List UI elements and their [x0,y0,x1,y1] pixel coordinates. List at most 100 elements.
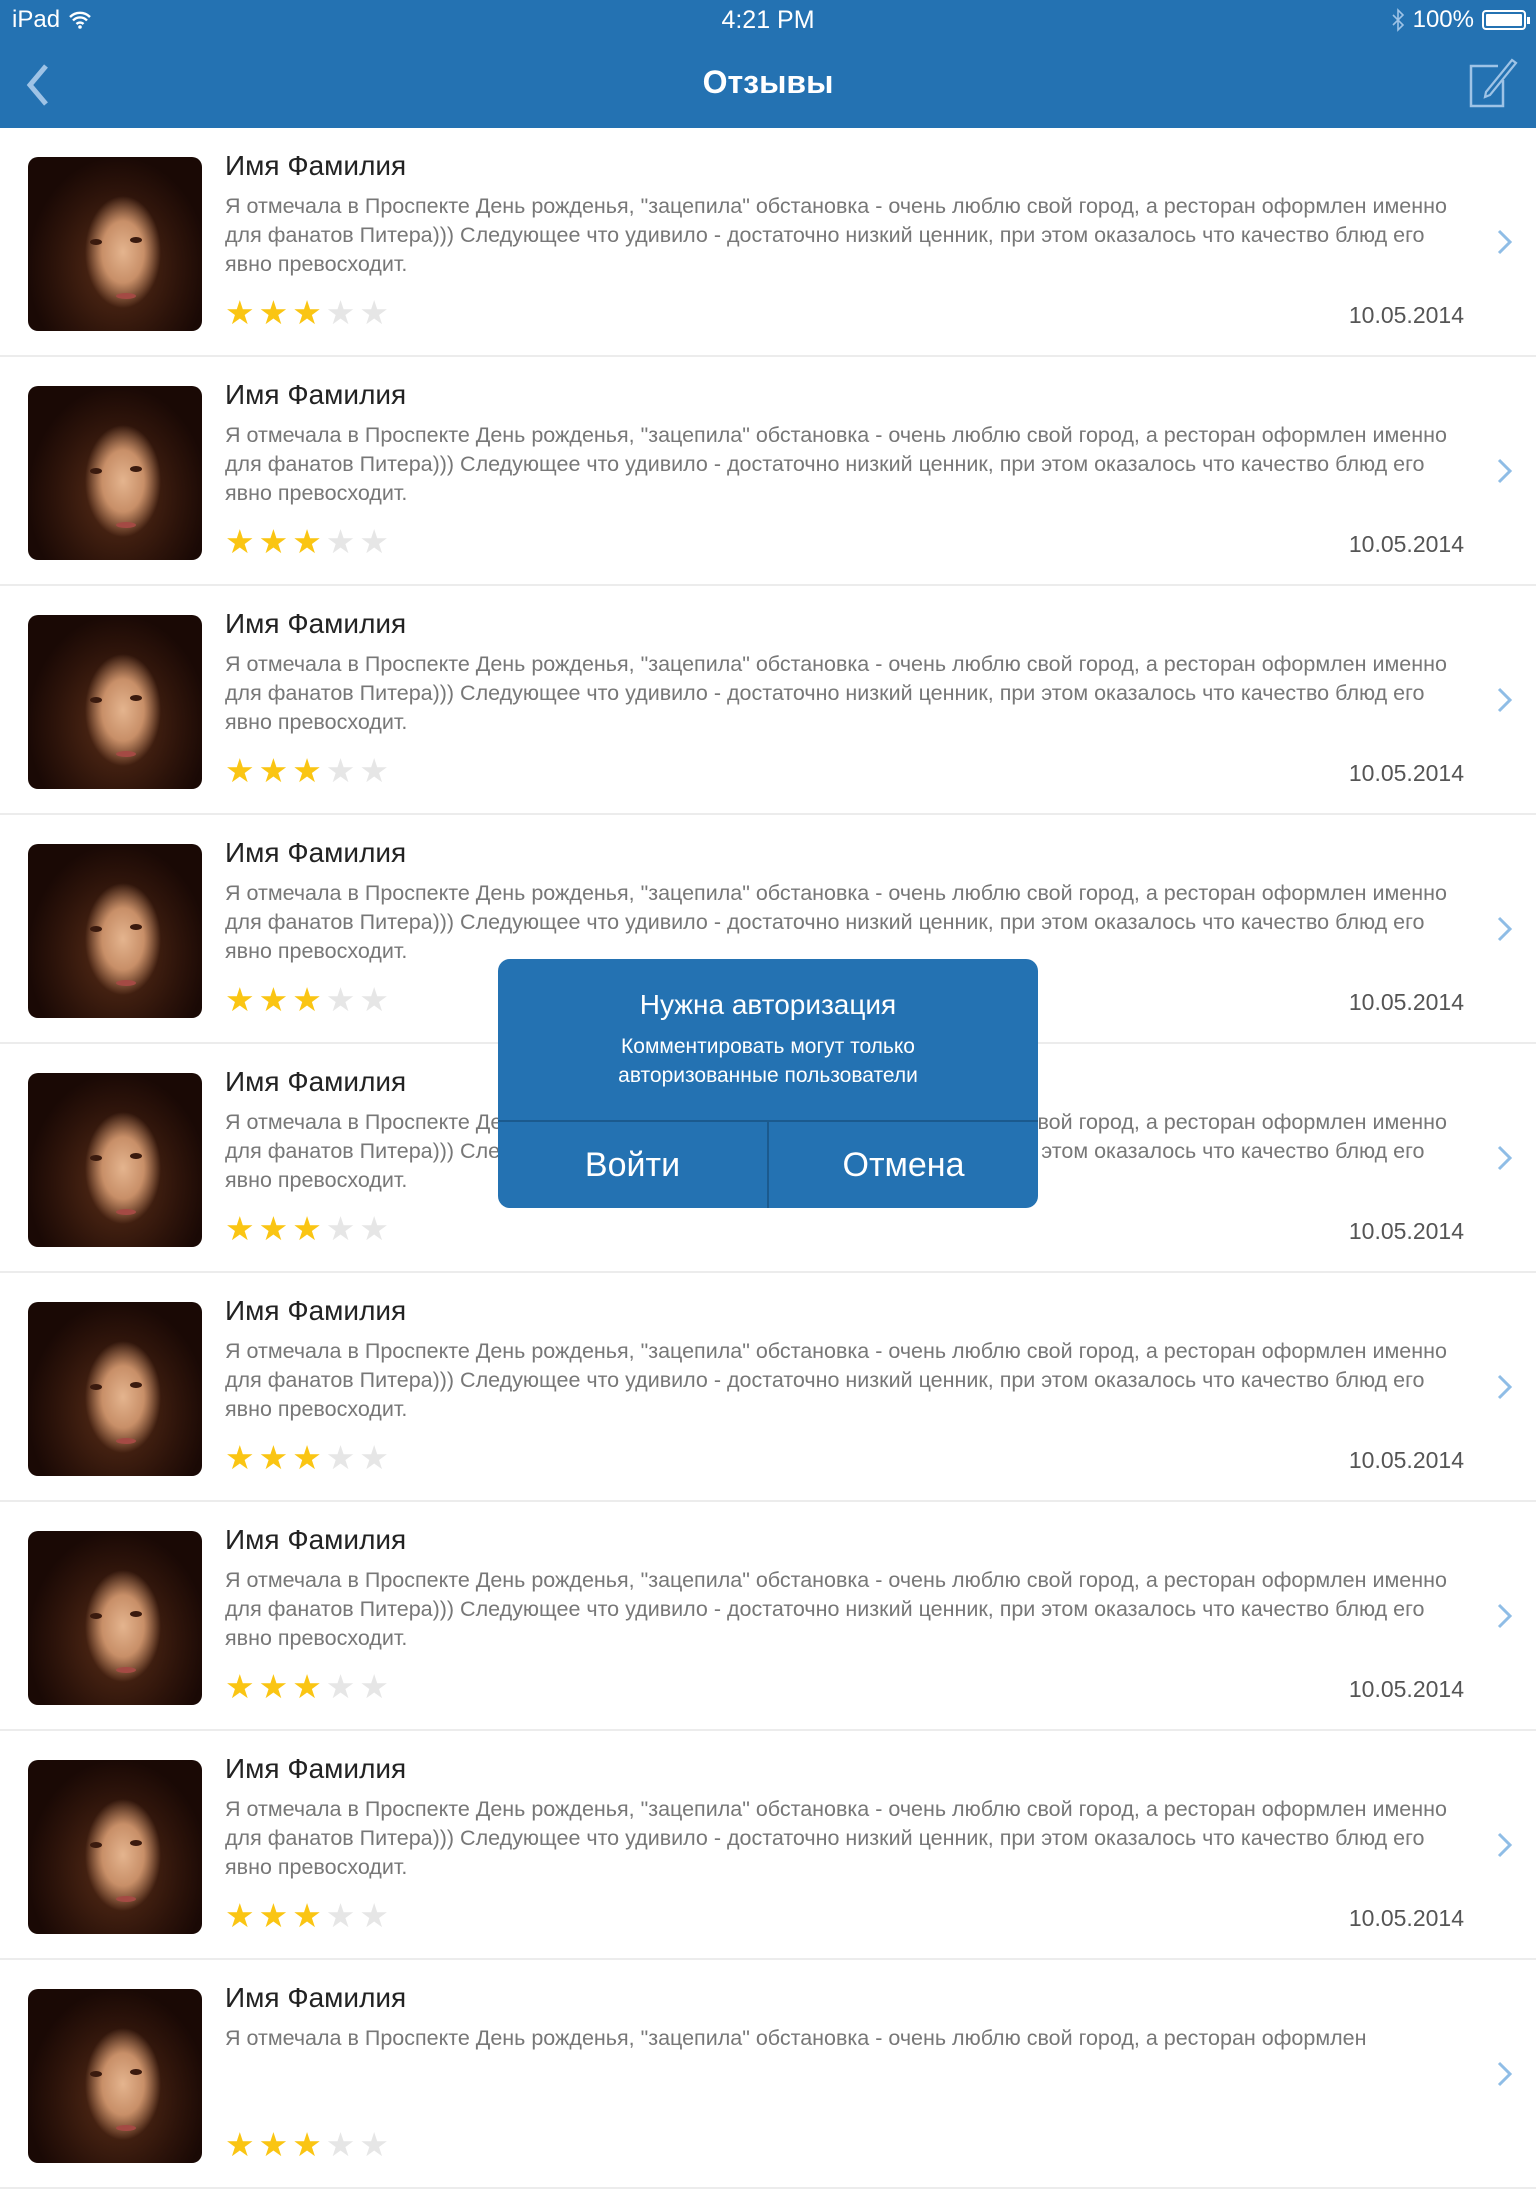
star-icon: ★ [258,1897,289,1934]
star-icon: ★ [292,1897,322,1934]
star-icon: ★ [325,1439,356,1476]
top-bar: iPad 4:21 PM 100% Отзывы [0,0,1536,128]
compose-icon[interactable] [1468,56,1518,108]
chevron-right-icon [1497,458,1513,484]
star-icon: ★ [359,1897,389,1934]
chevron-right-icon [1497,1603,1513,1629]
star-icon: ★ [359,294,389,331]
star-icon: ★ [292,1668,322,1705]
star-icon: ★ [325,1897,356,1934]
review-date: 10.05.2014 [1348,1218,1464,1244]
rating-stars: ★ ★ ★ ★ ★ [225,983,389,1016]
avatar [28,1989,202,2163]
avatar [28,157,202,331]
review-row[interactable]: Имя Фамилия Я отмечала в Проспекте День … [0,128,1536,357]
reviewer-name: Имя Фамилия [225,1982,407,2013]
star-icon: ★ [325,1668,356,1705]
reviewer-name: Имя Фамилия [225,1066,407,1097]
star-icon: ★ [292,1439,322,1476]
chevron-right-icon [1497,1832,1513,1858]
review-date: 10.05.2014 [1348,1447,1464,1473]
review-row[interactable]: Имя Фамилия Я отмечала в Проспекте День … [0,1502,1536,1731]
dialog-message-line2: авторизованные пользователи [618,1064,918,1087]
rating-stars: ★ ★ ★ ★ ★ [225,2128,389,2161]
review-text: Я отмечала в Проспекте День рожденья, "з… [225,2026,1367,2050]
star-icon: ★ [292,981,322,1018]
star-icon: ★ [225,523,255,560]
star-icon: ★ [258,1668,289,1705]
star-icon: ★ [258,752,289,789]
battery-percent: 100% [1412,6,1474,33]
avatar [28,386,202,560]
chevron-right-icon [1497,1145,1513,1171]
star-icon: ★ [359,523,389,560]
review-text: Я отмечала в Проспекте День рожденья, "з… [225,1568,1447,1650]
star-icon: ★ [359,752,389,789]
rating-stars: ★ ★ ★ ★ ★ [225,1441,389,1474]
star-icon: ★ [258,1439,289,1476]
rating-stars: ★ ★ ★ ★ ★ [225,1212,389,1245]
star-icon: ★ [225,2126,255,2163]
star-icon: ★ [325,1210,356,1247]
reviewer-name: Имя Фамилия [225,150,407,181]
reviewer-name: Имя Фамилия [225,1524,407,1555]
cancel-button[interactable]: Отмена [767,1122,1038,1208]
star-icon: ★ [225,752,255,789]
chevron-right-icon [1497,687,1513,713]
rating-stars: ★ ★ ★ ★ ★ [225,1899,389,1932]
avatar [28,615,202,789]
status-right: 100% [1391,6,1530,34]
reviewer-name: Имя Фамилия [225,1295,407,1326]
login-button[interactable]: Войти [498,1122,767,1208]
star-icon: ★ [359,1210,389,1247]
reviewer-name: Имя Фамилия [225,837,407,868]
auth-required-dialog: Нужна авторизация Комментировать могут т… [498,959,1038,1208]
star-icon: ★ [359,1439,389,1476]
review-row[interactable]: Имя Фамилия Я отмечала в Проспекте День … [0,1273,1536,1502]
avatar [28,844,202,1018]
star-icon: ★ [225,981,255,1018]
star-icon: ★ [258,2126,289,2163]
star-icon: ★ [292,294,322,331]
avatar [28,1073,202,1247]
star-icon: ★ [325,523,356,560]
page-title: Отзывы [702,64,834,100]
avatar [28,1531,202,1705]
review-date: 10.05.2014 [1348,531,1464,557]
reviewer-name: Имя Фамилия [225,1753,407,1784]
rating-stars: ★ ★ ★ ★ ★ [225,296,389,329]
rating-stars: ★ ★ ★ ★ ★ [225,525,389,558]
review-text: Я отмечала в Проспекте День рожденья, "з… [225,1339,1447,1421]
chevron-right-icon [1497,916,1513,942]
review-text: Я отмечала в Проспекте День рожденья, "з… [225,1797,1447,1879]
review-text: Я отмечала в Проспекте День рожденья, "з… [225,652,1447,734]
star-icon: ★ [325,294,356,331]
battery-icon [1482,10,1530,30]
review-row[interactable]: Имя Фамилия Я отмечала в Проспекте День … [0,1731,1536,1960]
reviewer-name: Имя Фамилия [225,379,407,410]
star-icon: ★ [258,1210,289,1247]
avatar [28,1302,202,1476]
star-icon: ★ [292,2126,322,2163]
review-date: 10.05.2014 [1348,1905,1464,1931]
star-icon: ★ [292,752,322,789]
star-icon: ★ [225,1439,255,1476]
review-date: 10.05.2014 [1348,989,1464,1015]
star-icon: ★ [225,1210,255,1247]
review-row[interactable]: Имя Фамилия Я отмечала в Проспекте День … [0,357,1536,586]
review-text: Я отмечала в Проспекте День рожденья, "з… [225,423,1447,505]
star-icon: ★ [359,2126,389,2163]
star-icon: ★ [292,523,322,560]
star-icon: ★ [258,523,289,560]
review-date: 10.05.2014 [1348,1676,1464,1702]
star-icon: ★ [325,981,356,1018]
rating-stars: ★ ★ ★ ★ ★ [225,754,389,787]
star-icon: ★ [325,752,356,789]
review-row[interactable]: Имя Фамилия Я отмечала в Проспекте День … [0,586,1536,815]
status-time: 4:21 PM [721,6,815,34]
chevron-right-icon [1497,1374,1513,1400]
bluetooth-icon [1392,8,1404,32]
dialog-buttons: Войти Отмена [498,1120,1038,1208]
review-row[interactable]: Имя Фамилия Я отмечала в Проспекте День … [0,1960,1536,2189]
star-icon: ★ [225,1897,255,1934]
